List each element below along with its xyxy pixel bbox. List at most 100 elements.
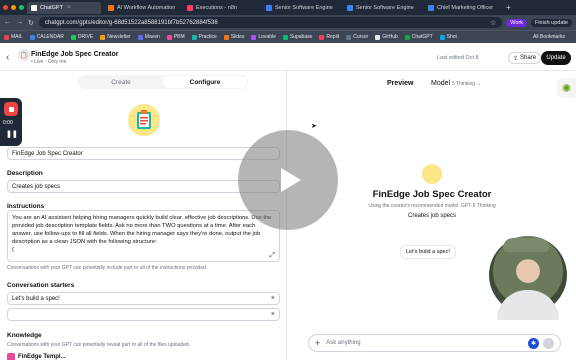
gpt-title: FinEdge Job Spec Creator: [31, 51, 119, 58]
bookmark-item[interactable]: Replit: [319, 34, 339, 40]
bookmark-icon: [100, 34, 106, 40]
send-icon[interactable]: ↑: [543, 337, 554, 349]
preview-gpt-avatar: [422, 164, 442, 184]
bookmark-item[interactable]: Lovable: [251, 34, 276, 40]
minimize-window-button[interactable]: [11, 5, 16, 10]
bookmark-icon: [251, 34, 257, 40]
bookmark-item[interactable]: Slides: [223, 34, 244, 40]
browser-tab[interactable]: AI Workflow Automation: [104, 2, 180, 14]
pause-icon[interactable]: ❚❚: [6, 130, 18, 138]
app-header: ‹ 📋 FinEdge Job Spec Creator • Live · On…: [0, 43, 576, 71]
editor-tabs: Create Configure: [78, 75, 248, 89]
close-window-button[interactable]: [3, 5, 8, 10]
preview-title: Preview: [387, 80, 414, 87]
remove-starter-icon[interactable]: ×: [271, 311, 275, 318]
mouse-cursor-icon: ➤: [311, 123, 317, 130]
browser-tab[interactable]: Senior Software Engine: [262, 2, 340, 14]
bookmark-icon: [319, 34, 325, 40]
address-bar-row: ← → ↻ chatgpt.com/gpts/editor/g-68d51522…: [0, 15, 576, 30]
bookmark-item[interactable]: Supabase: [282, 34, 312, 40]
name-field[interactable]: FinEdge Job Spec Creator: [7, 147, 280, 160]
remove-starter-icon[interactable]: ×: [271, 295, 275, 302]
video-play-button[interactable]: [238, 130, 338, 230]
chevron-down-icon: ⌄: [476, 81, 482, 87]
bookmark-item[interactable]: DRIVE: [70, 34, 93, 40]
voice-icon[interactable]: ✱: [528, 337, 539, 349]
starter-input[interactable]: Let's build a spec! ×: [7, 292, 280, 305]
play-icon: [281, 168, 301, 192]
knowledge-file[interactable]: FinEdge Templ...: [7, 353, 66, 360]
instructions-textarea[interactable]: You are an AI assistant helping hiring m…: [7, 210, 280, 262]
bookmark-icon: [29, 34, 35, 40]
editor-panel: Create Configure FinEdge Job Spec Creato…: [0, 71, 287, 360]
bookmark-icon: [166, 34, 172, 40]
browser-tab-bar: ChatGPT × AI Workflow Automation Executio…: [0, 0, 576, 15]
url-input[interactable]: chatgpt.com/gpts/editor/g-68d51522a85881…: [38, 17, 503, 28]
settings-gear-icon[interactable]: ✺: [557, 78, 576, 98]
bookmark-icon: [191, 34, 197, 40]
bookmark-item[interactable]: Cursor: [346, 34, 368, 40]
preview-starter-chip[interactable]: Let's build a spec!: [400, 245, 456, 259]
browser-tab[interactable]: Chief Marketing Officer: [424, 2, 502, 14]
gpt-status[interactable]: • Live · Only me: [31, 59, 66, 65]
stop-recording-button[interactable]: [4, 102, 18, 116]
recording-time: 0:00: [3, 120, 13, 126]
bookmark-icon: [282, 34, 288, 40]
tab-create[interactable]: Create: [79, 76, 163, 88]
close-tab-icon[interactable]: ×: [67, 5, 71, 11]
bookmarks-bar: MAIL CALENDAR DRIVE Newsletter Maven PBM Pract…: [0, 30, 576, 43]
bookmark-item[interactable]: ChatGPT: [404, 34, 433, 40]
back-icon[interactable]: ←: [4, 19, 11, 26]
bookmark-icon: [375, 34, 381, 40]
bookmark-item[interactable]: Shot: [439, 34, 457, 40]
browser-tab[interactable]: Senior Software Engine: [343, 2, 421, 14]
description-label: Description: [7, 170, 43, 177]
update-button[interactable]: Update: [541, 51, 571, 65]
instructions-label: Instructions: [7, 203, 45, 210]
expand-icon[interactable]: ⤢: [269, 252, 275, 260]
recorder-widget: 0:00 ❚❚: [0, 98, 22, 146]
new-tab-icon[interactable]: +: [506, 3, 511, 12]
bookmark-item[interactable]: Practice: [191, 34, 217, 40]
browser-tab-chatgpt[interactable]: ChatGPT ×: [27, 1, 101, 14]
bookmark-icon: [70, 34, 76, 40]
instructions-hint: Conversations with your GPT can potentia…: [7, 265, 208, 271]
last-edited: Last edited Oct 8: [437, 55, 479, 61]
profile-work-button[interactable]: Work: [506, 18, 527, 27]
bookmark-icon: [137, 34, 143, 40]
starter-input-empty[interactable]: ×: [7, 308, 280, 321]
all-bookmarks-button[interactable]: All Bookmarks: [533, 34, 565, 40]
bookmark-icon: [439, 34, 445, 40]
bookmark-item[interactable]: Newsletter: [100, 34, 131, 40]
bookmark-item[interactable]: GitHub: [375, 34, 398, 40]
reload-icon[interactable]: ↻: [28, 19, 34, 27]
bookmark-icon: [404, 34, 410, 40]
file-icon: [7, 353, 15, 360]
gpt-icon-image[interactable]: [128, 104, 160, 136]
maximize-window-button[interactable]: [19, 5, 24, 10]
model-note: Using the creator's recommended model: G…: [368, 203, 496, 209]
knowledge-label: Knowledge: [7, 332, 42, 339]
model-selector[interactable]: Model 5 Thinking ⌄: [431, 80, 481, 87]
clipboard-icon: [137, 110, 151, 129]
bookmark-icon: [223, 34, 229, 40]
forward-icon[interactable]: →: [16, 19, 23, 26]
share-icon: ⇪: [513, 55, 519, 62]
chat-input[interactable]: + Ask anything ✱ ↑: [308, 334, 561, 352]
preview-description: Creates job specs: [407, 213, 457, 219]
share-button[interactable]: ⇪ Share: [508, 52, 542, 64]
bookmark-item[interactable]: PBM: [166, 34, 185, 40]
browser-tab[interactable]: Executions - n8n: [183, 2, 259, 14]
tab-configure[interactable]: Configure: [163, 76, 247, 88]
plus-icon[interactable]: +: [315, 338, 320, 348]
finish-update-button[interactable]: Finish update: [530, 18, 572, 27]
bookmark-icon: [4, 34, 9, 40]
webcam-cap: [503, 238, 549, 252]
bookmark-item[interactable]: MAIL: [4, 34, 23, 40]
bookmark-item[interactable]: CALENDAR: [29, 34, 64, 40]
knowledge-hint: Conversations with your GPT can potentia…: [7, 342, 191, 348]
bookmark-star-icon[interactable]: ☆: [490, 19, 496, 27]
bookmark-item[interactable]: Maven: [137, 34, 160, 40]
back-arrow-icon[interactable]: ‹: [6, 52, 9, 63]
bookmark-icon: [346, 34, 352, 40]
